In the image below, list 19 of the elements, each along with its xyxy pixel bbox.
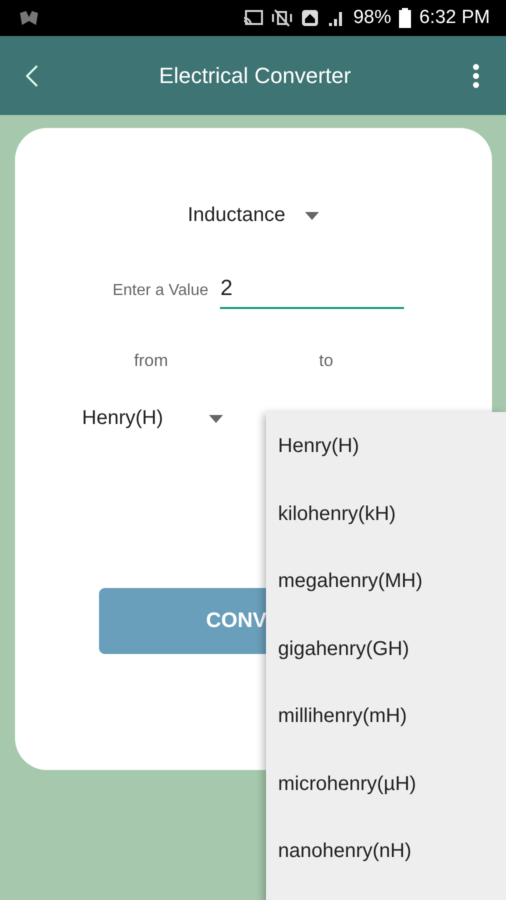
battery-percentage: 98%: [353, 7, 392, 29]
screen-title: Electrical Converter: [158, 62, 352, 88]
clock-time: 6:32 PM: [419, 7, 490, 29]
to-label: to: [319, 351, 334, 371]
from-unit-dropdown[interactable]: Henry(H): [82, 407, 224, 430]
category-dropdown[interactable]: Inductance: [188, 204, 320, 227]
cast-icon: [243, 10, 264, 26]
from-label: from: [134, 351, 168, 371]
value-label: Enter a Value: [112, 282, 208, 301]
menu-item[interactable]: microhenry(µH): [266, 750, 506, 818]
menu-item[interactable]: nanohenry(nH): [266, 818, 506, 886]
caret-icon: [209, 414, 224, 422]
menu-item[interactable]: millihenry(mH): [266, 683, 506, 750]
vibrate-mute-icon: [271, 9, 294, 27]
home-icon: [301, 9, 320, 27]
menu-item[interactable]: Henry(H): [266, 413, 506, 480]
battery-icon: [399, 8, 412, 28]
caret-icon: [305, 212, 320, 220]
menu-item[interactable]: kilohenry(kH): [266, 480, 506, 548]
